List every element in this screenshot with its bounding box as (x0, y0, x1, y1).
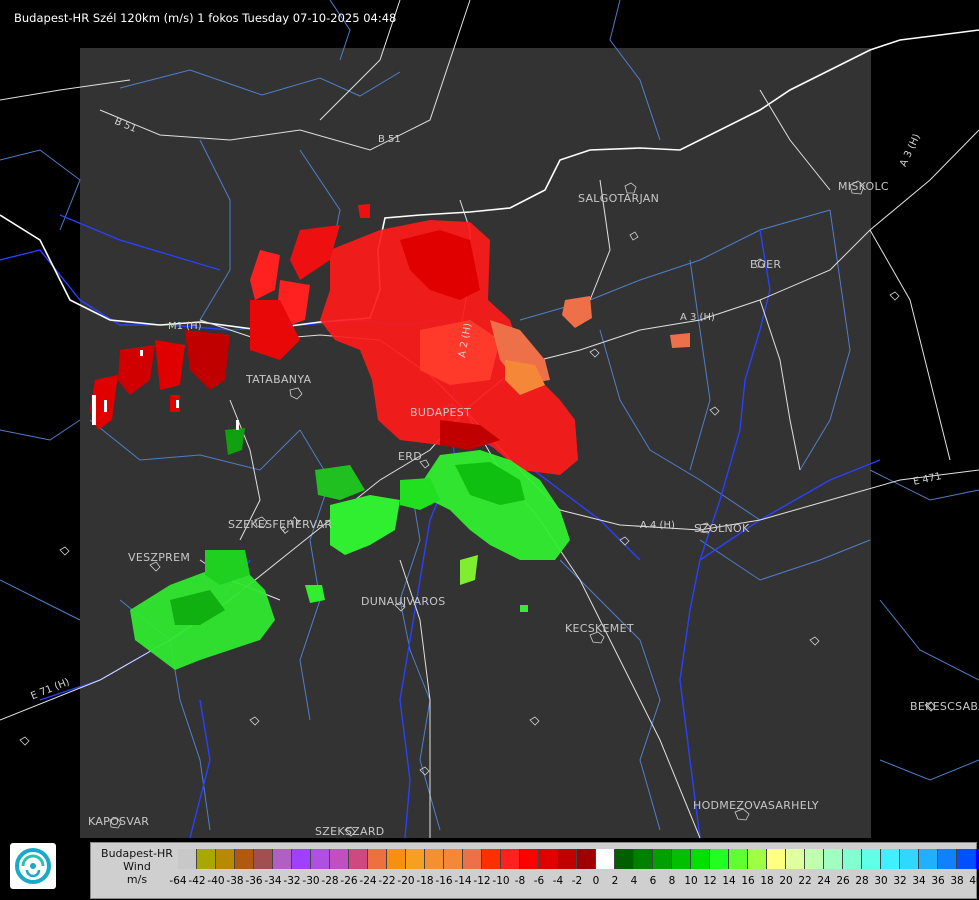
road-label: A 3 (H) (680, 312, 715, 323)
legend-swatch (539, 849, 558, 869)
legend-swatch (235, 849, 254, 869)
city-label: KECSKEMET (565, 622, 634, 635)
legend-swatch (729, 849, 748, 869)
legend-swatch (216, 849, 235, 869)
legend-swatch (330, 849, 349, 869)
legend-swatch (843, 849, 862, 869)
city-label: SZOLNOK (694, 522, 750, 535)
legend-swatch (292, 849, 311, 869)
legend-swatch (577, 849, 596, 869)
road-label: M1 (H) (168, 321, 202, 332)
road-label: B 51 (378, 134, 401, 145)
legend-swatch (311, 849, 330, 869)
legend-swatch (767, 849, 786, 869)
legend-swatch (273, 849, 292, 869)
city-label: SZEKSZARD (315, 825, 385, 838)
city-label: BEKESCSABA (910, 700, 979, 713)
legend-swatch (786, 849, 805, 869)
legend-swatch (957, 849, 976, 869)
city-label: DUNAUJVAROS (361, 595, 446, 608)
legend-swatch (178, 849, 197, 869)
legend-quantity: Wind (123, 860, 151, 873)
legend-swatch (748, 849, 767, 869)
legend-swatch (653, 849, 672, 869)
legend-swatch (672, 849, 691, 869)
color-legend: Budapest-HR Wind m/s -64 -42 -40 -38 -36 -34-… (90, 842, 979, 899)
city-label: EGER (750, 258, 782, 271)
legend-swatch (710, 849, 729, 869)
legend-swatch (425, 849, 444, 869)
legend-swatch (463, 849, 482, 869)
city-label: MISKOLC (838, 180, 889, 193)
legend-swatch (349, 849, 368, 869)
legend-swatch (387, 849, 406, 869)
legend-swatch (691, 849, 710, 869)
radar-service-logo (10, 843, 56, 889)
legend-swatch (919, 849, 938, 869)
legend-tick-label: 40 (969, 875, 979, 887)
road-label: A 4 (H) (640, 520, 675, 531)
city-label: BUDAPEST (410, 406, 472, 419)
radar-map (0, 0, 979, 839)
city-label: TATABANYA (246, 373, 312, 386)
legend-swatch (520, 849, 539, 869)
legend-swatch (634, 849, 653, 869)
city-label: SALGOTARJAN (578, 192, 660, 205)
legend-swatch (805, 849, 824, 869)
header-title: Budapest-HR Szél 120km (m/s) 1 fokos Tue… (14, 11, 397, 25)
legend-swatch (254, 849, 273, 869)
legend-swatch (596, 849, 615, 869)
city-label: VESZPREM (128, 551, 191, 564)
city-label: ERD (398, 450, 422, 463)
legend-swatch (197, 849, 216, 869)
legend-swatch (938, 849, 957, 869)
legend-swatch (881, 849, 900, 869)
legend-swatch (824, 849, 843, 869)
city-label: KAPOSVAR (88, 815, 150, 828)
legend-swatch (406, 849, 425, 869)
legend-swatch (444, 849, 463, 869)
legend-swatch (558, 849, 577, 869)
legend-swatch (900, 849, 919, 869)
legend-swatch (482, 849, 501, 869)
legend-swatch (501, 849, 520, 869)
legend-swatch (862, 849, 881, 869)
legend-station: Budapest-HR (101, 847, 173, 860)
legend-swatch (615, 849, 634, 869)
city-label: HODMEZOVASARHELY (693, 799, 819, 812)
legend-swatch (368, 849, 387, 869)
